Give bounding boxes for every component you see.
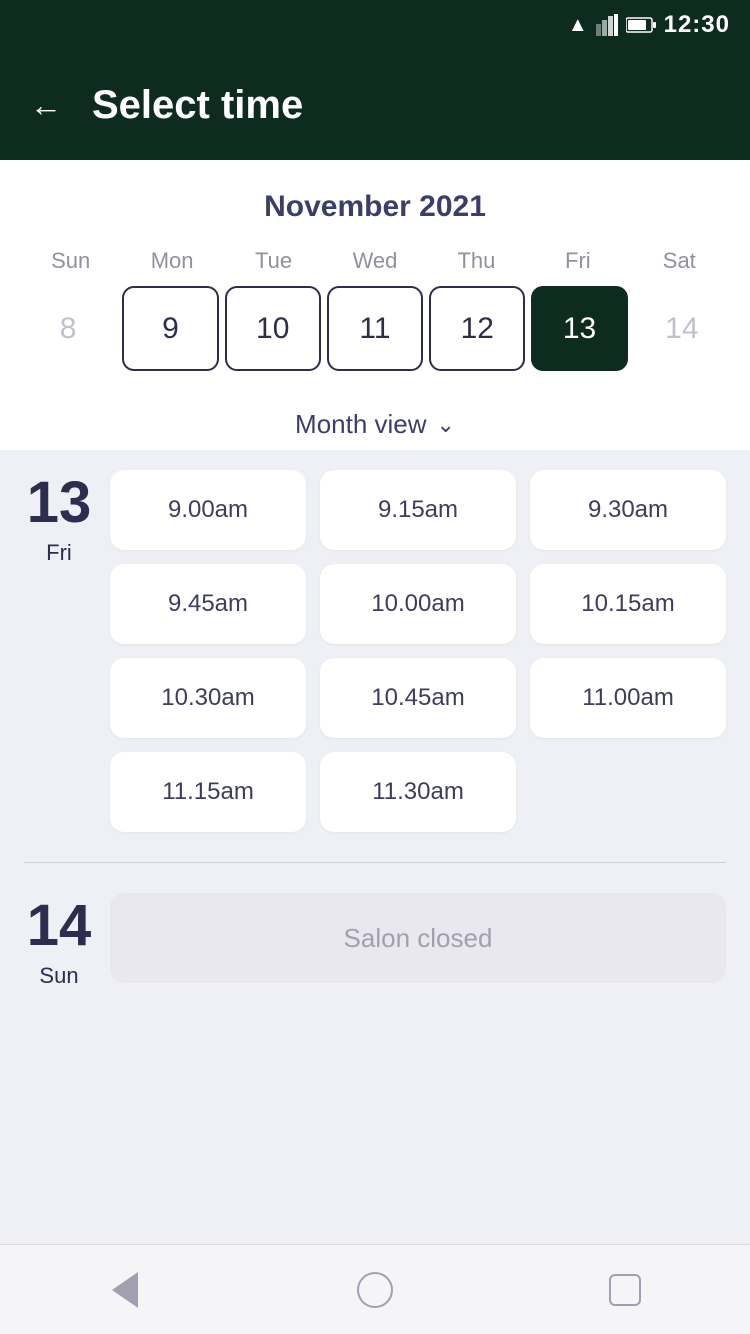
day-13-row: 13 Fri 9.00am 9.15am 9.30am 9.45am 10.00… xyxy=(24,470,726,832)
status-bar: ▲ 12:30 xyxy=(0,0,750,50)
chevron-down-icon: ⌄ xyxy=(437,412,455,438)
time-slot-930[interactable]: 9.30am xyxy=(530,470,726,550)
time-slot-1130[interactable]: 11.30am xyxy=(320,752,516,832)
month-year-title: November 2021 xyxy=(20,190,730,224)
nav-recent-icon xyxy=(609,1274,641,1306)
header-title: Select time xyxy=(92,83,303,128)
time-section: 13 Fri 9.00am 9.15am 9.30am 9.45am 10.00… xyxy=(0,450,750,1244)
date-13[interactable]: 13 xyxy=(531,286,627,371)
battery-icon xyxy=(626,17,656,33)
date-14[interactable]: 14 xyxy=(634,286,730,371)
day-divider xyxy=(24,862,726,863)
day-14-content: Salon closed xyxy=(110,893,726,983)
weekday-fri: Fri xyxy=(527,248,628,274)
weekday-sun: Sun xyxy=(20,248,121,274)
nav-home-icon xyxy=(357,1272,393,1308)
wifi-icon: ▲ xyxy=(568,14,588,37)
day-13-name: Fri xyxy=(46,540,72,566)
date-12[interactable]: 12 xyxy=(429,286,525,371)
day-14-name: Sun xyxy=(39,963,78,989)
time-slot-900[interactable]: 9.00am xyxy=(110,470,306,550)
date-11[interactable]: 11 xyxy=(327,286,423,371)
day-14-row: 14 Sun Salon closed xyxy=(24,893,726,989)
status-icons: ▲ 12:30 xyxy=(568,11,730,39)
status-time: 12:30 xyxy=(664,11,730,39)
time-slot-1100[interactable]: 11.00am xyxy=(530,658,726,738)
date-10[interactable]: 10 xyxy=(225,286,321,371)
nav-back-icon xyxy=(112,1272,138,1308)
time-slot-915[interactable]: 9.15am xyxy=(320,470,516,550)
date-row: 8 9 10 11 12 13 14 xyxy=(20,286,730,371)
day-14-label: 14 Sun xyxy=(24,893,94,989)
time-slot-1000[interactable]: 10.00am xyxy=(320,564,516,644)
weekday-mon: Mon xyxy=(121,248,222,274)
day-14-block: 14 Sun Salon closed xyxy=(24,893,726,989)
day-13-block: 13 Fri 9.00am 9.15am 9.30am 9.45am 10.00… xyxy=(24,470,726,832)
date-8[interactable]: 8 xyxy=(20,286,116,371)
date-9[interactable]: 9 xyxy=(122,286,218,371)
day-13-time-grid: 9.00am 9.15am 9.30am 9.45am 10.00am 10.1… xyxy=(110,470,726,832)
salon-closed-label: Salon closed xyxy=(110,893,726,983)
week-days-row: Sun Mon Tue Wed Thu Fri Sat xyxy=(20,248,730,274)
time-slot-945[interactable]: 9.45am xyxy=(110,564,306,644)
time-slot-1030[interactable]: 10.30am xyxy=(110,658,306,738)
day-13-label: 13 Fri xyxy=(24,470,94,566)
nav-home-button[interactable] xyxy=(350,1265,400,1315)
day-14-number: 14 xyxy=(27,897,92,955)
signal-icon xyxy=(596,14,618,36)
time-slot-1015[interactable]: 10.15am xyxy=(530,564,726,644)
time-slot-1045[interactable]: 10.45am xyxy=(320,658,516,738)
nav-bar xyxy=(0,1244,750,1334)
weekday-tue: Tue xyxy=(223,248,324,274)
weekday-sat: Sat xyxy=(629,248,730,274)
weekday-thu: Thu xyxy=(426,248,527,274)
time-slot-1115[interactable]: 11.15am xyxy=(110,752,306,832)
nav-recent-button[interactable] xyxy=(600,1265,650,1315)
back-button[interactable]: ← xyxy=(30,87,62,124)
day-13-content: 9.00am 9.15am 9.30am 9.45am 10.00am 10.1… xyxy=(110,470,726,832)
nav-back-button[interactable] xyxy=(100,1265,150,1315)
day-13-number: 13 xyxy=(27,474,92,532)
month-view-row[interactable]: Month view ⌄ xyxy=(0,391,750,450)
month-view-label: Month view xyxy=(295,409,427,440)
header: ← Select time xyxy=(0,50,750,160)
calendar-section: November 2021 Sun Mon Tue Wed Thu Fri Sa… xyxy=(0,160,750,391)
weekday-wed: Wed xyxy=(324,248,425,274)
